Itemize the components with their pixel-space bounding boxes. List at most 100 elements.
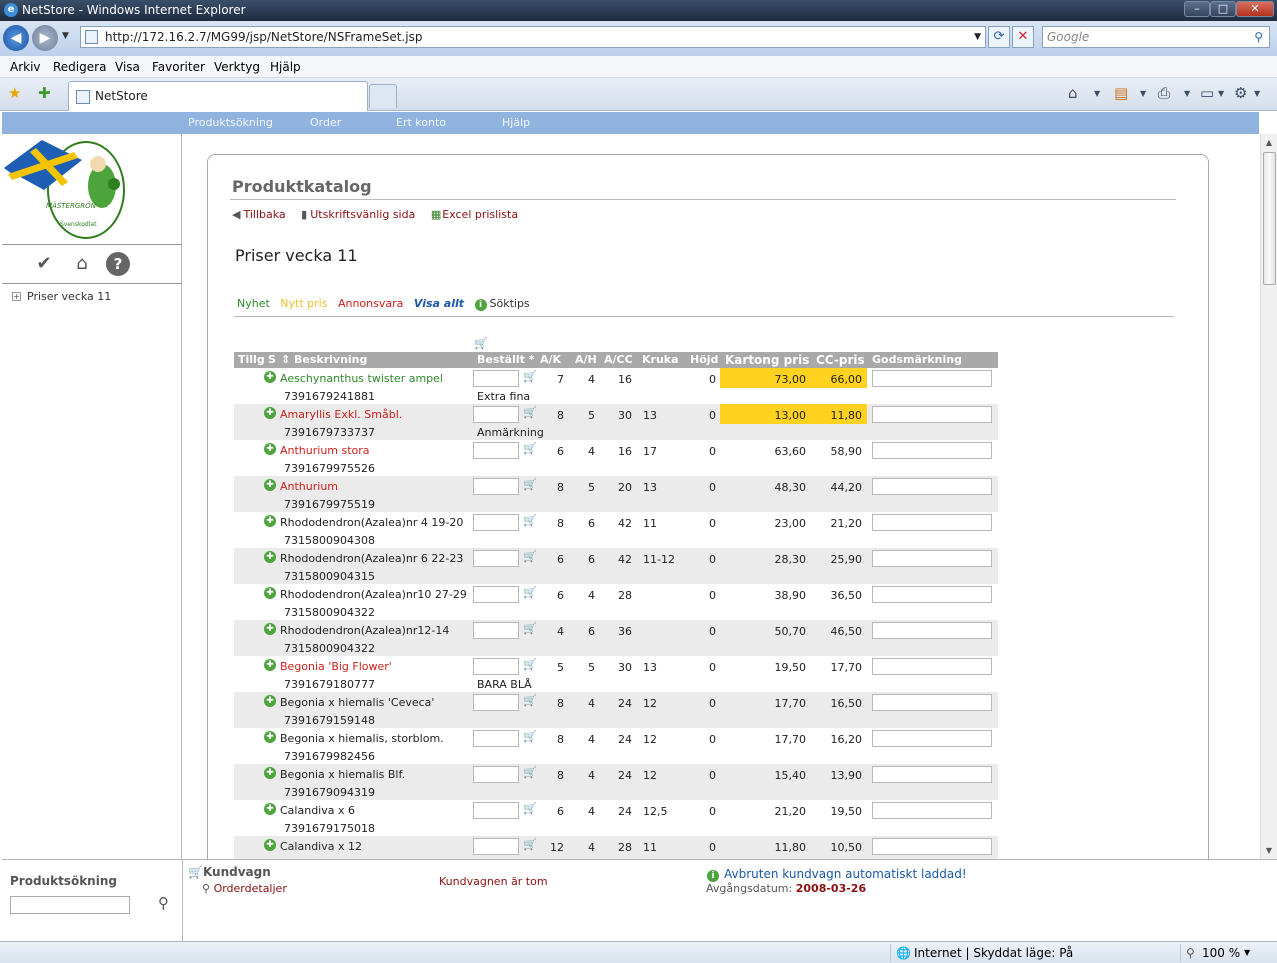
product-name[interactable]: Rhododendron(Azalea)nr 6 22-23	[280, 552, 463, 565]
add-favorite-icon[interactable]: ✚	[38, 84, 51, 102]
product-name[interactable]: Anthurium	[280, 480, 338, 493]
add-to-cart-icon[interactable]: 🛒	[523, 514, 537, 527]
product-name[interactable]: Aeschynanthus twister ampel	[280, 372, 443, 385]
godsmarkning-input[interactable]	[872, 370, 992, 387]
quantity-input[interactable]	[473, 478, 519, 495]
add-to-cart-icon[interactable]: 🛒	[523, 550, 537, 563]
magnifier-icon[interactable]: ⚲	[158, 894, 169, 912]
add-to-cart-icon[interactable]: 🛒	[523, 370, 537, 383]
home-dropdown-icon[interactable]: ▼	[1094, 89, 1100, 98]
tab-netstore[interactable]: NetStore	[68, 81, 368, 111]
add-to-cart-icon[interactable]: 🛒	[523, 622, 537, 635]
search-icon[interactable]: ⚲	[1254, 27, 1263, 47]
godsmarkning-input[interactable]	[872, 406, 992, 423]
scroll-thumb[interactable]	[1263, 152, 1276, 285]
mastergron-logo[interactable]: MÄSTERGRÖN Svenskodlat	[2, 134, 182, 244]
quantity-input[interactable]	[473, 766, 519, 783]
product-name[interactable]: Begonia x hiemalis Blf.	[280, 768, 405, 781]
scroll-up-icon[interactable]: ▲	[1261, 134, 1277, 151]
home-page-icon[interactable]: ⌂	[70, 252, 94, 276]
godsmarkning-input[interactable]	[872, 838, 992, 855]
add-to-cart-icon[interactable]: 🛒	[523, 586, 537, 599]
menu-favoriter[interactable]: Favoriter	[152, 60, 205, 74]
add-to-cart-icon[interactable]: 🛒	[523, 766, 537, 779]
menu-visa[interactable]: Visa	[115, 60, 140, 74]
forward-nav-button[interactable]: ▶	[32, 25, 58, 51]
quantity-input[interactable]	[473, 658, 519, 675]
godsmarkning-input[interactable]	[872, 622, 992, 639]
stop-button[interactable]: ✕	[1012, 26, 1034, 48]
product-name[interactable]: Rhododendron(Azalea)nr10 27-29	[280, 588, 467, 601]
col-s[interactable]: S	[268, 353, 276, 366]
maximize-button[interactable]: □	[1210, 1, 1236, 17]
godsmarkning-input[interactable]	[872, 550, 992, 567]
address-input[interactable]: http://172.16.2.7/MG99/jsp/NetStore/NSFr…	[80, 26, 986, 48]
refresh-button[interactable]: ⟳	[988, 26, 1010, 48]
tree-item-priser[interactable]: + Priser vecka 11	[12, 290, 111, 303]
zoom-level[interactable]: 100 %	[1202, 946, 1240, 960]
col-beskrivning[interactable]: Beskrivning	[294, 353, 367, 366]
quantity-input[interactable]	[473, 442, 519, 459]
order-details-link[interactable]: ⚲ Orderdetaljer	[202, 882, 287, 895]
add-to-cart-icon[interactable]: 🛒	[523, 406, 537, 419]
print-link[interactable]: ▮ Utskriftsvänlig sida	[301, 208, 421, 221]
product-name[interactable]: Calandiva x 6	[280, 804, 355, 817]
godsmarkning-input[interactable]	[872, 658, 992, 675]
new-tab-button[interactable]	[369, 84, 397, 108]
quantity-input[interactable]	[473, 730, 519, 747]
product-name[interactable]: Begonia 'Big Flower'	[280, 660, 392, 673]
menu-verktyg[interactable]: Verktyg	[214, 60, 260, 74]
add-to-cart-icon[interactable]: 🛒	[523, 442, 537, 455]
favorites-star-icon[interactable]: ★	[8, 84, 21, 102]
nav-produktsokning[interactable]: Produktsökning	[188, 116, 273, 129]
godsmarkning-input[interactable]	[872, 766, 992, 783]
add-to-cart-icon[interactable]: 🛒	[523, 658, 537, 671]
godsmarkning-input[interactable]	[872, 514, 992, 531]
product-name[interactable]: Rhododendron(Azalea)nr12-14	[280, 624, 449, 637]
col-tillg[interactable]: Tillg	[238, 353, 265, 366]
search-input[interactable]: Google ⚲	[1042, 26, 1270, 48]
vertical-scrollbar[interactable]: ▲ ▼	[1260, 134, 1277, 859]
product-search-input[interactable]	[10, 896, 130, 914]
quantity-input[interactable]	[473, 550, 519, 567]
print-icon[interactable]: ⎙	[1158, 84, 1170, 102]
quantity-input[interactable]	[473, 622, 519, 639]
history-dropdown-icon[interactable]: ▼	[62, 31, 69, 41]
product-name[interactable]: Begonia x hiemalis 'Ceveca'	[280, 696, 434, 709]
quantity-input[interactable]	[473, 694, 519, 711]
godsmarkning-input[interactable]	[872, 478, 992, 495]
menu-hjalp[interactable]: Hjälp	[270, 60, 301, 74]
menu-redigera[interactable]: Redigera	[53, 60, 106, 74]
tools-dropdown-icon[interactable]: ▼	[1254, 89, 1260, 98]
godsmarkning-input[interactable]	[872, 802, 992, 819]
back-link[interactable]: ◀ Tillbaka	[232, 208, 292, 221]
menu-arkiv[interactable]: Arkiv	[10, 60, 41, 74]
address-dropdown-icon[interactable]: ▼	[974, 27, 981, 47]
minimize-button[interactable]: –	[1184, 1, 1210, 17]
add-to-cart-icon[interactable]: 🛒	[523, 694, 537, 707]
quantity-input[interactable]	[473, 802, 519, 819]
product-name[interactable]: Begonia x hiemalis, storblom.	[280, 732, 444, 745]
godsmarkning-input[interactable]	[872, 442, 992, 459]
expand-icon[interactable]: +	[12, 292, 21, 301]
nav-order[interactable]: Order	[310, 116, 341, 129]
visa-allt-link[interactable]: Visa allt	[414, 297, 464, 310]
nav-hjalp[interactable]: Hjälp	[502, 116, 530, 129]
godsmarkning-input[interactable]	[872, 730, 992, 747]
page-dropdown-icon[interactable]: ▼	[1218, 89, 1224, 98]
quantity-input[interactable]	[473, 406, 519, 423]
quantity-input[interactable]	[473, 838, 519, 855]
soktips-link[interactable]: i Söktips	[474, 297, 537, 311]
zoom-dropdown-icon[interactable]: ▼	[1244, 948, 1250, 957]
product-name[interactable]: Anthurium stora	[280, 444, 370, 457]
checklist-icon[interactable]: ✔	[32, 252, 56, 276]
close-window-button[interactable]: ✕	[1236, 1, 1274, 17]
page-menu-icon[interactable]: ▭	[1200, 84, 1214, 102]
excel-link[interactable]: ▦Excel prislista	[431, 208, 524, 221]
print-dropdown-icon[interactable]: ▼	[1184, 89, 1190, 98]
back-nav-button[interactable]: ◀	[3, 25, 29, 51]
sort-icon[interactable]: ⇕	[281, 353, 290, 366]
help-icon[interactable]: ?	[106, 252, 130, 276]
product-name[interactable]: Calandiva x 12	[280, 840, 362, 853]
godsmarkning-input[interactable]	[872, 694, 992, 711]
